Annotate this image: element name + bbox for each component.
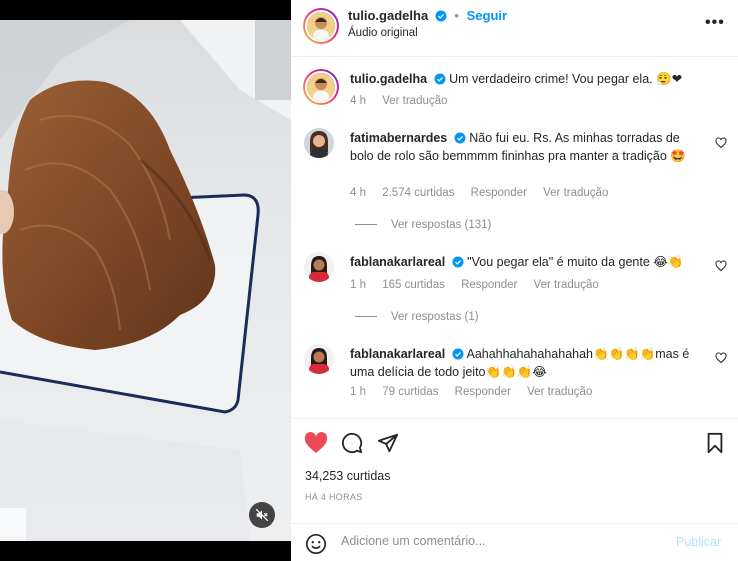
publish-button[interactable]: Publicar <box>676 535 721 549</box>
heart-icon[interactable] <box>304 432 328 454</box>
commenter-avatar-image <box>304 344 334 374</box>
comment-username[interactable]: fatimabernardes <box>350 131 447 145</box>
caption-text: Um verdadeiro crime! Vou pegar ela. 😮‍💨❤ <box>449 72 683 86</box>
comment-translate-link[interactable]: Ver tradução <box>543 187 608 199</box>
like-comment-heart-icon[interactable] <box>715 260 727 272</box>
comment-age: 1 h <box>350 386 366 398</box>
commenter-avatar-image <box>304 252 334 282</box>
caption-meta: 4 h Ver tradução <box>350 95 460 107</box>
more-options-button[interactable]: ••• <box>705 14 725 32</box>
comment-username[interactable]: fablanakarlareal <box>350 255 445 269</box>
comment-body: fatimabernardes Não fui eu. Rs. As minha… <box>350 129 705 165</box>
comment-translate-link[interactable]: Ver tradução <box>527 386 592 398</box>
reply-button[interactable]: Responder <box>455 386 511 398</box>
comment-item: fablanakarlareal "Vou pegar ela" é muito… <box>291 240 738 302</box>
commenter-avatar-image <box>304 128 334 158</box>
comment-username[interactable]: fablanakarlareal <box>350 347 445 361</box>
replies-divider <box>355 224 377 226</box>
caption-avatar-image <box>307 73 335 101</box>
comment-body: fablanakarlareal "Vou pegar ela" é muito… <box>350 253 705 271</box>
author-avatar[interactable] <box>303 8 339 44</box>
commenter-avatar[interactable] <box>304 252 334 282</box>
actions-divider <box>291 418 738 419</box>
add-comment-bar: Publicar <box>291 523 738 561</box>
post-header: tulio.gadelha • Seguir Áudio original ••… <box>291 0 738 57</box>
comment-icon[interactable] <box>341 432 363 454</box>
commenter-avatar[interactable] <box>304 344 334 374</box>
comment-age: 4 h <box>350 187 366 199</box>
video-frame-cake-slice <box>0 0 291 561</box>
comment-input[interactable] <box>341 534 661 548</box>
author-username[interactable]: tulio.gadelha <box>348 8 428 23</box>
original-audio-link[interactable]: Áudio original <box>348 27 418 39</box>
separator-dot: • <box>454 8 459 23</box>
send-icon[interactable] <box>377 432 399 454</box>
comment-item: fatimabernardes Não fui eu. Rs. As minha… <box>291 117 738 212</box>
comment-likes[interactable]: 165 curtidas <box>382 279 445 291</box>
post-caption: tulio.gadelha Um verdadeiro crime! Vou p… <box>291 57 738 117</box>
verified-badge-icon <box>454 132 466 144</box>
caption-translate-link[interactable]: Ver tradução <box>382 95 447 107</box>
follow-button[interactable]: Seguir <box>467 8 507 23</box>
bookmark-icon[interactable] <box>705 432 725 454</box>
comment-meta: 4 h 2.574 curtidas Responder Ver traduçã… <box>350 187 621 199</box>
verified-badge-icon <box>452 348 464 360</box>
post-media-video[interactable] <box>0 0 291 561</box>
comment-likes[interactable]: 79 curtidas <box>382 386 438 398</box>
comment-likes[interactable]: 2.574 curtidas <box>382 187 454 199</box>
comment-item: fablanakarlareal Aahahhahahahahahah👏👏👏👏m… <box>291 332 738 410</box>
verified-badge-icon <box>434 73 446 85</box>
view-replies-label: Ver respostas (1) <box>391 311 479 323</box>
smiley-icon[interactable] <box>305 533 327 555</box>
verified-badge-icon <box>452 256 464 268</box>
muted-speaker-icon <box>255 508 269 522</box>
verified-badge-icon <box>435 10 447 22</box>
caption-username[interactable]: tulio.gadelha <box>350 72 427 86</box>
caption-age: 4 h <box>350 95 366 107</box>
reply-button[interactable]: Responder <box>471 187 527 199</box>
post-like-count[interactable]: 34,253 curtidas <box>305 469 390 483</box>
caption-avatar[interactable] <box>303 69 339 105</box>
comment-age: 1 h <box>350 279 366 291</box>
post-timestamp: HÁ 4 HORAS <box>305 492 363 502</box>
commenter-avatar[interactable] <box>304 128 334 158</box>
author-avatar-image <box>307 12 335 40</box>
comment-text: "Vou pegar ela" é muito da gente 😂👏 <box>467 255 684 269</box>
like-comment-heart-icon[interactable] <box>715 137 727 149</box>
post-details-panel: tulio.gadelha • Seguir Áudio original ••… <box>291 0 738 561</box>
author-row: tulio.gadelha • Seguir <box>348 8 507 23</box>
replies-divider <box>355 316 377 318</box>
view-replies-button[interactable]: Ver respostas (131) <box>355 219 491 231</box>
caption-text-row: tulio.gadelha Um verdadeiro crime! Vou p… <box>350 70 720 88</box>
comment-translate-link[interactable]: Ver tradução <box>534 279 599 291</box>
comment-meta: 1 h 79 curtidas Responder Ver tradução <box>350 386 605 398</box>
reply-button[interactable]: Responder <box>461 279 517 291</box>
comment-body: fablanakarlareal Aahahhahahahahahah👏👏👏👏m… <box>350 345 705 381</box>
view-replies-label: Ver respostas (131) <box>391 219 492 231</box>
view-replies-button[interactable]: Ver respostas (1) <box>355 311 479 323</box>
comment-meta: 1 h 165 curtidas Responder Ver tradução <box>350 279 612 291</box>
mute-toggle-button[interactable] <box>249 502 275 528</box>
like-comment-heart-icon[interactable] <box>715 352 727 364</box>
